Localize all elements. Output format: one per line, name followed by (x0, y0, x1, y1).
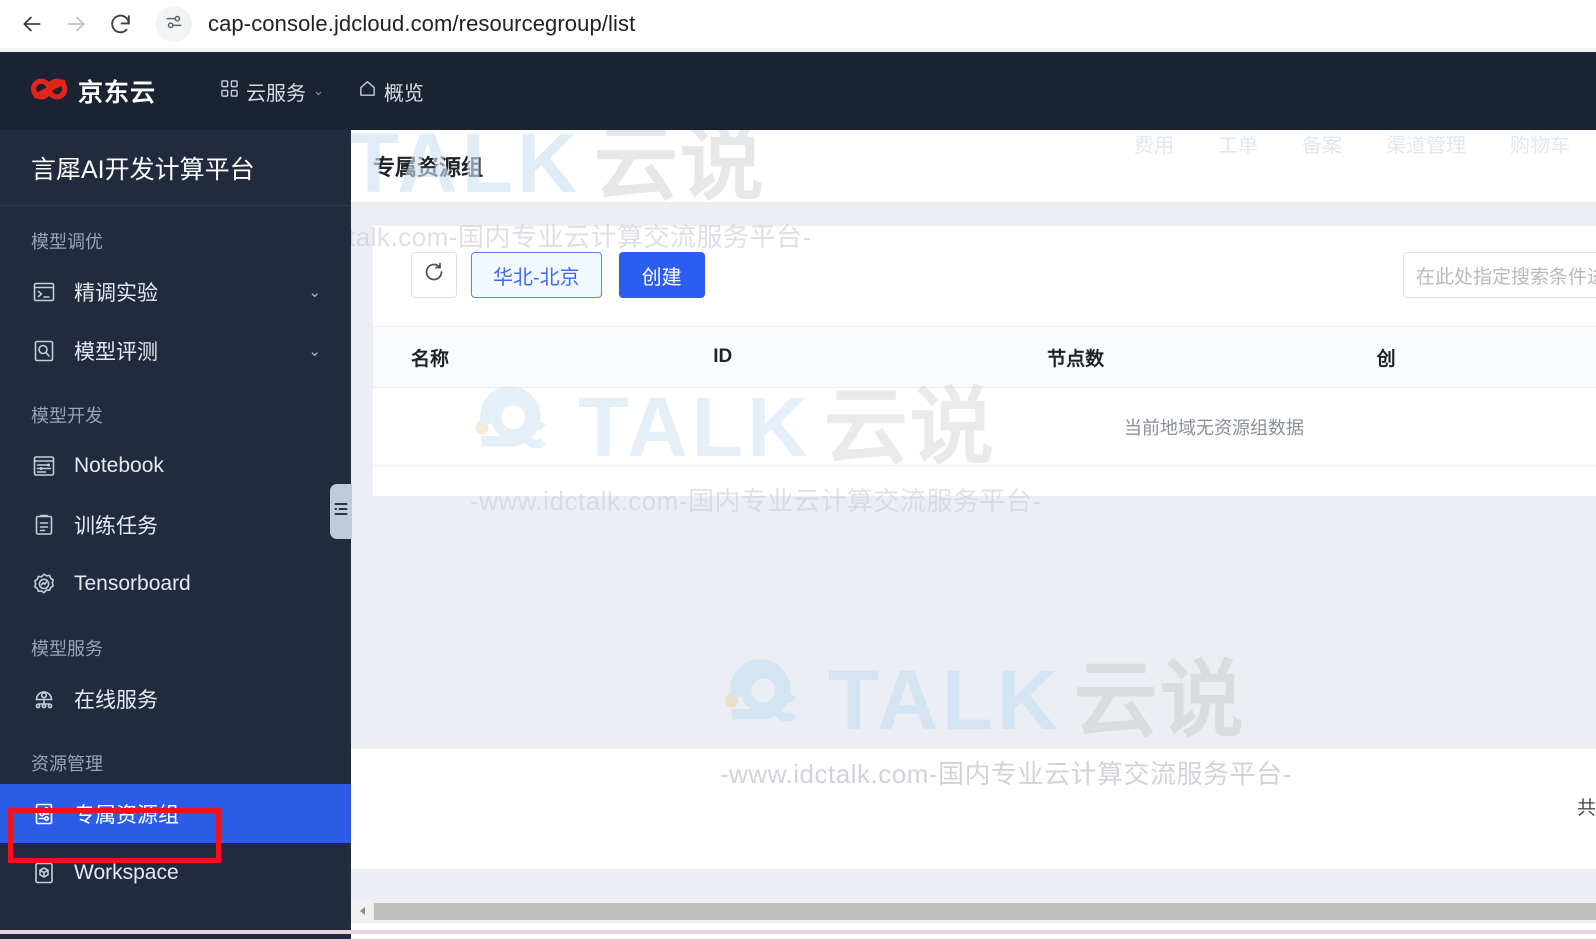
sidebar-group-model-tuning: 模型调优 (31, 232, 103, 252)
bottom-strip (0, 923, 1596, 939)
sidebar-item-model-evaluation[interactable]: 模型评测 ⌄ (0, 321, 351, 380)
sidebar-group-model-development: 模型开发 (31, 406, 103, 426)
table-header-row: 名称 ID 节点数 创 (373, 326, 1596, 388)
sidebar-group-model-service: 模型服务 (31, 639, 103, 659)
workspace-cube-icon (31, 860, 57, 886)
topnav-link-fee[interactable]: 费用 (1134, 129, 1174, 158)
topnav-item-cloud-services[interactable]: 云服务 ⌄ (220, 77, 324, 106)
sidebar: 言犀AI开发计算平台 模型调优 精调实验 ⌄ 模型评测 ⌄ 模型开发 Noteb… (0, 130, 351, 939)
reload-icon (108, 12, 133, 37)
home-icon (358, 79, 377, 104)
column-header-created: 创 (1376, 348, 1396, 370)
topnav-menu: 云服务 ⌄ 概览 (220, 77, 424, 106)
horizontal-scrollbar[interactable] (351, 900, 1596, 923)
scrollbar-thumb[interactable] (374, 903, 1596, 920)
topnav-link-channel[interactable]: 渠道管理 (1386, 129, 1466, 158)
forward-arrow-icon (63, 11, 89, 37)
sidebar-item-finetune-experiment[interactable]: 精调实验 ⌄ (0, 262, 351, 321)
url-text: cap-console.jdcloud.com/resourcegroup/li… (208, 11, 636, 36)
service-node-icon (31, 686, 57, 712)
card-footer-space (373, 466, 1596, 496)
pagination-total-text: 共 (1576, 798, 1596, 819)
sidebar-item-label: Tensorboard (74, 571, 191, 595)
sidebar-item-workspace[interactable]: Workspace (0, 843, 351, 902)
sidebar-group-resource-management: 资源管理 (31, 754, 103, 774)
browser-toolbar: cap-console.jdcloud.com/resourcegroup/li… (0, 0, 1596, 48)
terminal-icon (31, 279, 57, 305)
sidebar-item-label: 在线服务 (74, 688, 158, 712)
topnav-item-label: 概览 (383, 82, 424, 105)
forward-button[interactable] (54, 2, 98, 46)
back-arrow-icon (19, 11, 45, 37)
bottom-strip-accent (0, 930, 1596, 934)
empty-state-text: 当前地域无资源组数据 (1124, 417, 1304, 438)
sidebar-item-label: 专属资源组 (74, 803, 179, 827)
sidebar-collapse-handle[interactable] (330, 484, 352, 539)
table-search-placeholder: 在此处指定搜索条件进 (1416, 266, 1596, 288)
sidebar-item-label: 训练任务 (74, 514, 158, 538)
tensorboard-badge-icon (31, 571, 57, 597)
topnav-link-record[interactable]: 备案 (1302, 129, 1342, 158)
sidebar-item-label: 精调实验 (74, 281, 158, 305)
notebook-icon (31, 453, 57, 479)
topnav-item-overview[interactable]: 概览 (358, 77, 424, 106)
sidebar-title: 言犀AI开发计算平台 (0, 130, 351, 206)
resource-group-card: 华北-北京 创建 在此处指定搜索条件进 名称 ID 节点数 创 当前地域无资源组… (373, 226, 1596, 496)
sidebar-item-tensorboard[interactable]: Tensorboard (0, 554, 351, 613)
pagination-bar: 共 (351, 749, 1596, 869)
table-toolbar: 华北-北京 创建 在此处指定搜索条件进 (373, 252, 1596, 298)
page-title: 专属资源组 (373, 155, 484, 180)
menu-list-icon (334, 501, 348, 522)
clipboard-icon (31, 512, 57, 538)
chevron-down-icon: ⌄ (313, 83, 324, 98)
jdcloud-logo[interactable]: 京东云 (0, 73, 188, 109)
chevron-down-icon[interactable]: ⌄ (308, 342, 321, 360)
resource-group-table: 名称 ID 节点数 创 当前地域无资源组数据 (373, 326, 1596, 496)
region-selector-button[interactable]: 华北-北京 (471, 252, 602, 298)
topnav-link-cart[interactable]: 购物车 (1510, 129, 1570, 158)
topnav-link-ticket[interactable]: 工单 (1218, 129, 1258, 158)
column-header-name: 名称 (411, 348, 450, 370)
sidebar-item-resource-group[interactable]: 专属资源组 (0, 784, 351, 843)
topnav-right-links: 费用 工单 备案 渠道管理 购物车 (1134, 104, 1596, 182)
table-search-input[interactable]: 在此处指定搜索条件进 (1403, 252, 1596, 298)
chevron-left-icon (358, 903, 368, 921)
sidebar-item-label: 模型评测 (74, 340, 158, 364)
search-box-icon (31, 338, 57, 364)
back-button[interactable] (10, 2, 54, 46)
brand-text: 京东云 (78, 79, 157, 107)
create-button[interactable]: 创建 (618, 252, 705, 298)
refresh-button[interactable] (411, 252, 457, 298)
top-navigation-bar: 京东云 云服务 ⌄ 概览 费用 工单 备案 渠道管理 购物车 (0, 52, 1596, 157)
reload-button[interactable] (98, 2, 142, 46)
sidebar-item-notebook[interactable]: Notebook (0, 436, 351, 495)
chevron-down-icon[interactable]: ⌄ (308, 283, 321, 301)
table-empty-row: 当前地域无资源组数据 (373, 388, 1596, 466)
jdcloud-mark-icon (30, 76, 70, 107)
grid-icon (220, 79, 239, 104)
resource-group-icon (31, 801, 57, 827)
site-settings-button[interactable] (156, 6, 192, 42)
refresh-icon (422, 260, 446, 290)
address-bar[interactable]: cap-console.jdcloud.com/resourcegroup/li… (156, 4, 1596, 44)
column-header-id: ID (713, 346, 733, 367)
column-header-node-count: 节点数 (1047, 348, 1105, 370)
scroll-left-button[interactable] (351, 900, 374, 923)
main-content: 专属资源组 华北-北京 创建 在此处指定搜索条件进 名称 ID 节点数 创 当前… (351, 130, 1596, 939)
sidebar-item-label: Notebook (74, 453, 164, 477)
topnav-item-label: 云服务 (246, 82, 306, 105)
sidebar-item-online-service[interactable]: 在线服务 (0, 669, 351, 728)
sidebar-item-training-task[interactable]: 训练任务 (0, 495, 351, 554)
site-settings-icon (164, 12, 184, 37)
sidebar-item-label: Workspace (74, 860, 179, 884)
